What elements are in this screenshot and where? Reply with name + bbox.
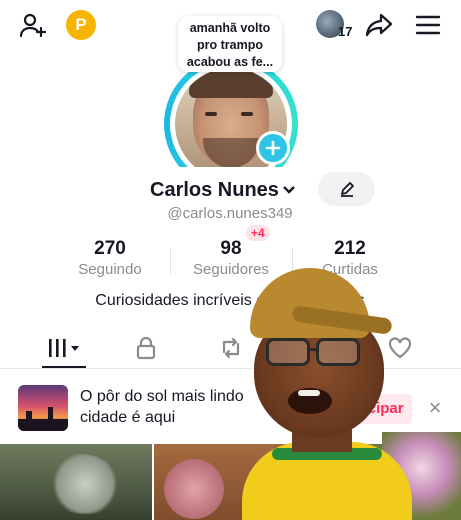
following-count[interactable]: 270: [60, 238, 160, 260]
avatar-notifications[interactable]: 17: [316, 10, 354, 40]
banner-thumbnail: [18, 385, 68, 431]
username: @carlos.nunes349: [167, 205, 293, 222]
share-button[interactable]: [362, 8, 396, 42]
notification-count: 17: [338, 24, 353, 39]
following-label[interactable]: Seguindo: [55, 261, 165, 278]
chevron-down-icon: [283, 186, 295, 194]
story-note-bubble[interactable]: amanhã volto pro trampo acabou as fe...: [178, 16, 282, 72]
menu-button[interactable]: [412, 10, 444, 40]
plus-icon: [265, 140, 281, 156]
hamburger-icon: [415, 15, 441, 35]
profile-name: Carlos Nunes: [150, 178, 279, 201]
coin-icon: P: [75, 15, 87, 34]
tab-private[interactable]: [126, 330, 166, 366]
grid-videos-icon: [49, 339, 79, 357]
tab-videos[interactable]: [44, 330, 84, 366]
profile-name-row[interactable]: Carlos Nunes: [150, 176, 296, 204]
add-user-icon: [19, 13, 47, 38]
overlay-person-video: [232, 262, 461, 520]
likes-count[interactable]: 212: [300, 238, 400, 260]
add-story-button[interactable]: [256, 131, 290, 165]
pencil-icon: [340, 182, 354, 197]
coins-button[interactable]: P: [66, 10, 96, 40]
story-note-text: amanhã volto pro trampo acabou as fe...: [186, 21, 274, 69]
followers-count[interactable]: 98: [181, 238, 281, 260]
add-friend-button[interactable]: [16, 8, 50, 42]
stat-divider: [170, 248, 171, 274]
new-followers-badge: +4: [246, 225, 270, 241]
video-thumbnail[interactable]: [0, 444, 152, 520]
share-icon: [365, 13, 393, 37]
lock-icon: [136, 336, 156, 360]
edit-profile-button[interactable]: [318, 172, 375, 206]
